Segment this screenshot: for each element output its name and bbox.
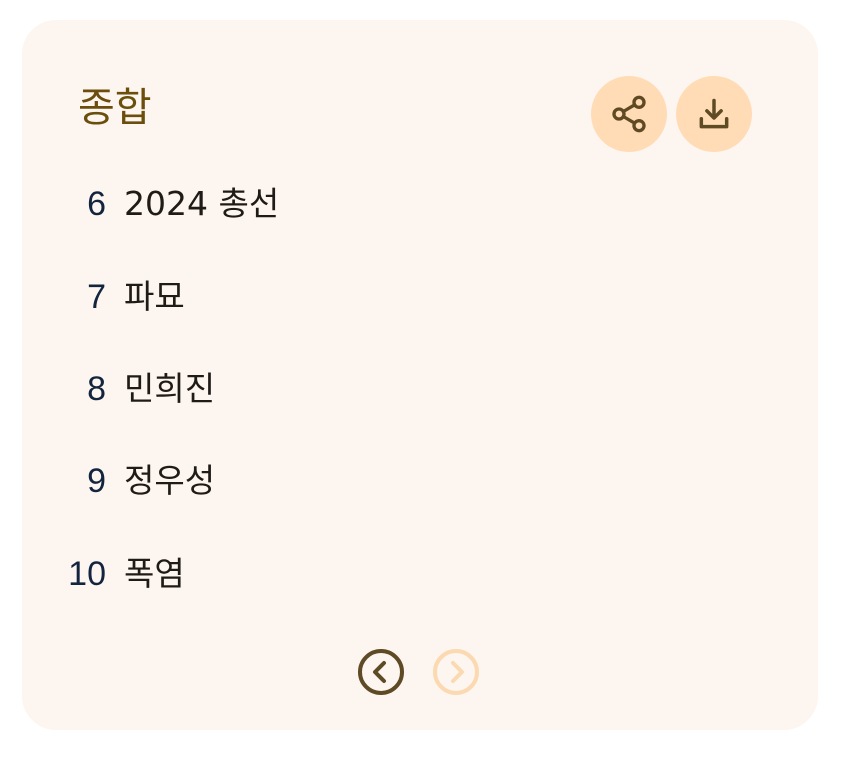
next-page-button <box>432 648 480 696</box>
trending-term: 폭염 <box>124 554 185 593</box>
trending-term: 파묘 <box>124 277 185 316</box>
list-item[interactable]: 6 2024 총선 <box>22 174 622 234</box>
rank-number: 8 <box>87 370 106 408</box>
previous-page-button[interactable] <box>357 648 405 696</box>
chevron-left-circle-icon <box>358 649 404 695</box>
chevron-right-circle-icon <box>433 649 479 695</box>
rank-number: 7 <box>87 278 106 316</box>
trending-term: 정우성 <box>124 461 216 500</box>
list-item[interactable]: 8 민희진 <box>22 359 622 419</box>
trending-term: 2024 총선 <box>124 184 280 223</box>
list-item[interactable]: 7 파묘 <box>22 267 622 327</box>
rank-number: 10 <box>68 555 106 593</box>
rank-number: 6 <box>87 185 106 223</box>
trending-term: 민희진 <box>124 369 216 408</box>
rank-number: 9 <box>87 462 106 500</box>
trending-card: 종합 6 2024 총선 7 파묘 8 민희진 9 정우성 10 폭염 <box>22 20 818 730</box>
list-item[interactable]: 10 폭염 <box>22 544 622 604</box>
list-item[interactable]: 9 정우성 <box>22 451 622 511</box>
trending-list: 6 2024 총선 7 파묘 8 민희진 9 정우성 10 폭염 <box>22 20 818 730</box>
